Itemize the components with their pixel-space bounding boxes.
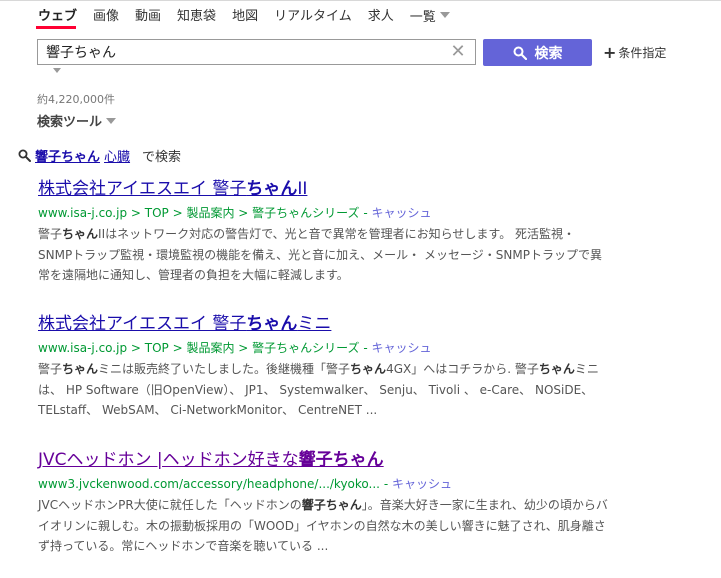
result-url: www.isa-j.co.jp > TOP > 製品案内 > 警子ちゃんシリーズ… — [38, 206, 432, 220]
result-title-highlight: ちゃん — [246, 314, 298, 334]
snippet-highlight: ちゃん — [62, 227, 99, 241]
cache-link[interactable]: キャッシュ — [372, 341, 432, 355]
tab-more[interactable]: 一覧 — [410, 5, 450, 25]
tab-more-label: 一覧 — [409, 9, 436, 25]
suggestion-link-term2[interactable]: 心臓 — [104, 146, 130, 165]
result-title-suffix: ミニ — [297, 314, 332, 334]
snippet-text: ミニは販売終了いたしました。後継機種「警子 — [98, 362, 351, 376]
result-title-highlight: ちゃん — [246, 179, 298, 199]
search-icon — [18, 149, 31, 162]
result-url: www3.jvckenwood.com/accessory/headphone/… — [38, 477, 452, 491]
result-title-highlight: 響子ちゃん — [298, 450, 384, 470]
result-url-text: www.isa-j.co.jp > TOP > 製品案内 > 警子ちゃんシリーズ — [38, 206, 360, 220]
tab-chiebukuro[interactable]: 知恵袋 — [177, 5, 216, 25]
suggestion-link-term1[interactable]: 響子ちゃん — [35, 146, 100, 165]
search-conditions-label: 条件指定 — [618, 46, 667, 60]
tab-images[interactable]: 画像 — [93, 5, 119, 25]
search-icon — [513, 46, 527, 60]
result-title-link[interactable]: 株式会社アイエスエイ 警子ちゃんミニ — [38, 312, 608, 336]
suggestion-suffix: で検索 — [142, 150, 182, 165]
snippet-highlight: ちゃん — [538, 362, 575, 376]
search-conditions-link[interactable]: + 条件指定 — [603, 43, 666, 62]
cache-link[interactable]: キャッシュ — [392, 477, 452, 491]
search-result: 株式会社アイエスエイ 警子ちゃんII www.isa-j.co.jp > TOP… — [38, 177, 608, 286]
search-tools-toggle[interactable]: 検索ツール — [37, 111, 117, 130]
active-tab-indicator — [36, 26, 76, 29]
search-input[interactable] — [38, 40, 438, 64]
search-button[interactable]: 検索 — [483, 39, 592, 66]
result-url-text: www.isa-j.co.jp > TOP > 製品案内 > 警子ちゃんシリーズ — [38, 341, 360, 355]
result-count: 約4,220,000件 — [37, 93, 115, 106]
search-box: ✕ — [37, 39, 476, 65]
snippet-text: 4GX」へはコチラから. 警子 — [386, 362, 539, 376]
snippet-text: 警子 — [38, 362, 63, 376]
result-title-link[interactable]: JVCヘッドホン |ヘッドホン好きな響子ちゃん — [38, 448, 608, 472]
result-snippet: JVCヘッドホンPR大使に就任した「ヘッドホンの響子ちゃん」。音楽大好き一家に生… — [38, 495, 608, 557]
search-vertical-tabs: ウェブ 画像 動画 知恵袋 地図 リアルタイム 求人 一覧 — [38, 5, 450, 25]
result-snippet: 警子ちゃんミニは販売終了いたしました。後継機種「警子ちゃん4GX」へはコチラから… — [38, 359, 608, 421]
tab-jobs[interactable]: 求人 — [368, 5, 394, 25]
related-search-suggestion: 響子ちゃん 心臓 で検索 — [18, 146, 181, 165]
result-title-text: JVCヘッドホン |ヘッドホン好きな — [38, 450, 299, 470]
snippet-highlight: 響子ちゃん — [301, 498, 362, 512]
top-border — [0, 0, 721, 1]
tab-maps[interactable]: 地図 — [232, 5, 258, 25]
result-title-text: 株式会社アイエスエイ 警子 — [38, 314, 247, 334]
search-result: JVCヘッドホン |ヘッドホン好きな響子ちゃん www3.jvckenwood.… — [38, 448, 608, 557]
chevron-down-icon — [106, 117, 117, 124]
search-button-label: 検索 — [534, 45, 563, 62]
tab-videos[interactable]: 動画 — [135, 5, 161, 25]
result-title-text: 株式会社アイエスエイ 警子 — [38, 179, 247, 199]
snippet-highlight: ちゃん — [350, 362, 387, 376]
chevron-down-icon — [439, 12, 450, 18]
search-result: 株式会社アイエスエイ 警子ちゃんミニ www.isa-j.co.jp > TOP… — [38, 312, 608, 421]
result-url: www.isa-j.co.jp > TOP > 製品案内 > 警子ちゃんシリーズ… — [38, 341, 432, 355]
clear-icon[interactable]: ✕ — [449, 42, 467, 62]
search-assist-toggle-icon[interactable] — [53, 68, 61, 73]
snippet-text: JVCヘッドホンPR大使に就任した「ヘッドホンの — [38, 498, 302, 512]
result-url-text: www3.jvckenwood.com/accessory/headphone/… — [38, 477, 380, 491]
result-title-link[interactable]: 株式会社アイエスエイ 警子ちゃんII — [38, 177, 608, 201]
tab-web[interactable]: ウェブ — [38, 5, 77, 25]
result-title-suffix: II — [297, 179, 308, 199]
plus-icon: + — [603, 43, 617, 62]
tab-realtime[interactable]: リアルタイム — [274, 5, 352, 25]
result-snippet: 警子ちゃんIIはネットワーク対応の警告灯で、光と音で異常を管理者にお知らせします… — [38, 224, 608, 286]
snippet-text: IIはネットワーク対応の警告灯で、光と音で異常を管理者にお知らせします。 死活監… — [38, 227, 602, 282]
snippet-text: 警子 — [38, 227, 63, 241]
snippet-highlight: ちゃん — [62, 362, 99, 376]
cache-link[interactable]: キャッシュ — [372, 206, 432, 220]
search-tools-label: 検索ツール — [37, 115, 103, 130]
